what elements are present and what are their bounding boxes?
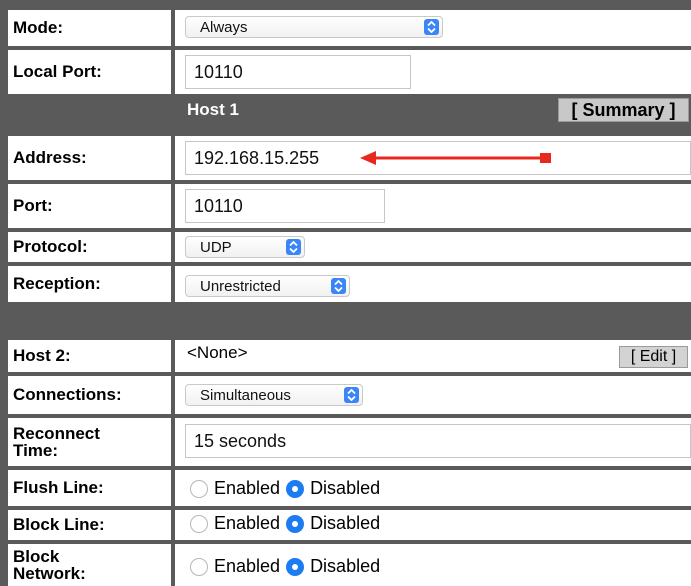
host2-cell: <None> — [175, 340, 691, 372]
protocol-cell: UDP — [175, 232, 691, 262]
flush-line-disabled-label: Disabled — [310, 478, 381, 498]
block-line-label: Block Line: — [8, 510, 171, 540]
reception-select-value: Unrestricted — [200, 277, 281, 295]
summary-button[interactable]: [ Summary ] — [558, 98, 689, 122]
flush-line-enabled-label: Enabled — [214, 478, 281, 498]
reconnect-time-label: Reconnect Time: — [8, 418, 171, 466]
local-port-input[interactable]: 10110 — [185, 55, 411, 89]
block-line-radio-group: Enabled Disabled — [190, 513, 380, 534]
local-port-cell: 10110 — [175, 50, 691, 94]
connections-cell: Simultaneous — [175, 376, 691, 414]
flush-line-label: Flush Line: — [8, 470, 171, 506]
port-cell: 10110 — [175, 184, 691, 228]
red-arrow-annotation — [360, 151, 551, 165]
connections-select[interactable]: Simultaneous — [185, 384, 363, 406]
reconnect-time-cell: 15 seconds — [175, 418, 691, 466]
port-input[interactable]: 10110 — [185, 189, 385, 223]
port-label: Port: — [8, 184, 171, 228]
address-label: Address: — [8, 136, 171, 180]
flush-line-disabled-radio[interactable] — [286, 479, 305, 498]
block-line-disabled-radio[interactable] — [286, 514, 305, 533]
protocol-select[interactable]: UDP — [185, 236, 305, 258]
reception-cell: Unrestricted — [175, 266, 691, 302]
select-arrows-icon — [424, 19, 439, 35]
block-network-enabled-radio[interactable] — [190, 557, 208, 576]
host1-header-title: Host 1 — [187, 100, 239, 119]
block-network-label: Block Network: — [8, 544, 171, 586]
block-network-disabled-radio[interactable] — [286, 557, 305, 576]
local-port-label: Local Port: — [8, 50, 171, 94]
protocol-label: Protocol: — [8, 232, 171, 262]
host2-value: <None> — [187, 343, 248, 362]
host2-label: Host 2: — [8, 340, 171, 372]
block-network-radio-group: Enabled Disabled — [190, 556, 380, 577]
settings-table: Mode: Always Local Port: 10110 Host 1 [ … — [0, 0, 691, 586]
mode-cell: Always — [175, 10, 691, 46]
flush-line-enabled-radio[interactable] — [190, 479, 208, 498]
protocol-select-value: UDP — [200, 238, 232, 256]
edit-button[interactable]: [ Edit ] — [619, 346, 688, 368]
reception-label: Reception: — [8, 266, 171, 302]
connections-select-value: Simultaneous — [200, 386, 291, 404]
reception-select[interactable]: Unrestricted — [185, 275, 350, 297]
mode-select[interactable]: Always — [185, 16, 443, 38]
mode-label: Mode: — [8, 10, 171, 46]
block-network-disabled-label: Disabled — [310, 556, 381, 576]
block-line-enabled-radio[interactable] — [190, 514, 208, 533]
block-line-disabled-label: Disabled — [310, 513, 381, 533]
select-arrows-icon — [286, 239, 301, 255]
block-network-enabled-label: Enabled — [214, 556, 281, 576]
flush-line-radio-group: Enabled Disabled — [190, 478, 380, 499]
select-arrows-icon — [344, 387, 359, 403]
select-arrows-icon — [331, 278, 346, 294]
reconnect-time-input[interactable]: 15 seconds — [185, 424, 691, 458]
block-line-enabled-label: Enabled — [214, 513, 281, 533]
connections-label: Connections: — [8, 376, 171, 414]
mode-select-value: Always — [200, 18, 248, 36]
